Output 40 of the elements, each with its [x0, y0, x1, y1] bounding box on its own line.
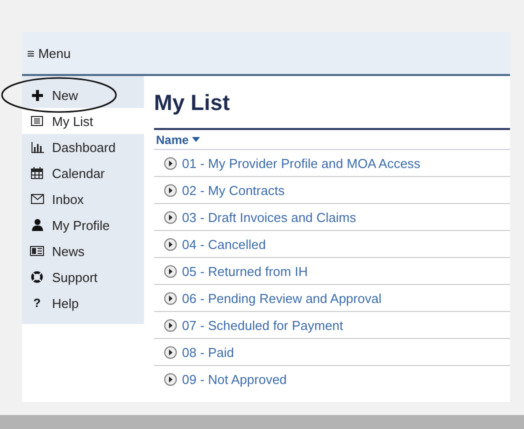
sidebar-item[interactable]: Inbox: [22, 186, 144, 212]
sidebar-item[interactable]: My List: [22, 108, 144, 134]
menu-button[interactable]: ≡ Menu: [27, 46, 71, 60]
sidebar-item[interactable]: My Profile: [22, 212, 144, 238]
expand-icon[interactable]: [164, 210, 177, 224]
list-link[interactable]: 06 - Pending Review and Approval: [182, 290, 382, 306]
expand-icon[interactable]: [164, 156, 177, 170]
sidebar-item[interactable]: ? Help: [22, 290, 144, 316]
column-header[interactable]: Name: [156, 132, 200, 146]
question-mark-icon: ?: [33, 296, 41, 310]
list-link[interactable]: 04 - Cancelled: [182, 236, 266, 252]
calendar-icon: [31, 167, 43, 179]
sidebar-item[interactable]: Calendar: [22, 160, 144, 186]
expand-icon[interactable]: [164, 318, 177, 332]
expand-icon[interactable]: [164, 238, 177, 250]
newspaper-icon: [30, 246, 44, 256]
sidebar-item[interactable]: New: [22, 82, 144, 108]
expand-icon[interactable]: [164, 184, 177, 196]
column-label: Name: [156, 132, 189, 146]
list-link[interactable]: 03 - Draft Invoices and Claims: [182, 210, 356, 224]
sidebar-item[interactable]: Dashboard: [22, 134, 144, 160]
list-link[interactable]: 05 - Returned from IH: [182, 264, 308, 278]
list-icon: [31, 116, 43, 126]
expand-icon[interactable]: [164, 292, 177, 304]
expand-icon[interactable]: [164, 346, 177, 358]
envelope-icon: [30, 194, 44, 204]
bar-chart-icon: [30, 142, 44, 152]
list-link[interactable]: 07 - Scheduled for Payment: [182, 318, 344, 332]
sidebar-item[interactable]: Support: [22, 264, 144, 290]
list-link[interactable]: 08 - Paid: [182, 344, 234, 360]
lifebuoy-icon: [31, 271, 43, 283]
list-link[interactable]: 02 - My Contracts: [182, 182, 285, 198]
list-link[interactable]: 01 - My Provider Profile and MOA Access: [182, 156, 420, 170]
list-link[interactable]: 09 - Not Approved: [182, 372, 287, 386]
page-title: My List: [154, 90, 231, 116]
plus-icon: [32, 90, 42, 100]
expand-icon[interactable]: [164, 264, 177, 278]
person-icon: [32, 219, 42, 231]
sidebar-item[interactable]: News: [22, 238, 144, 264]
expand-icon[interactable]: [164, 372, 177, 386]
